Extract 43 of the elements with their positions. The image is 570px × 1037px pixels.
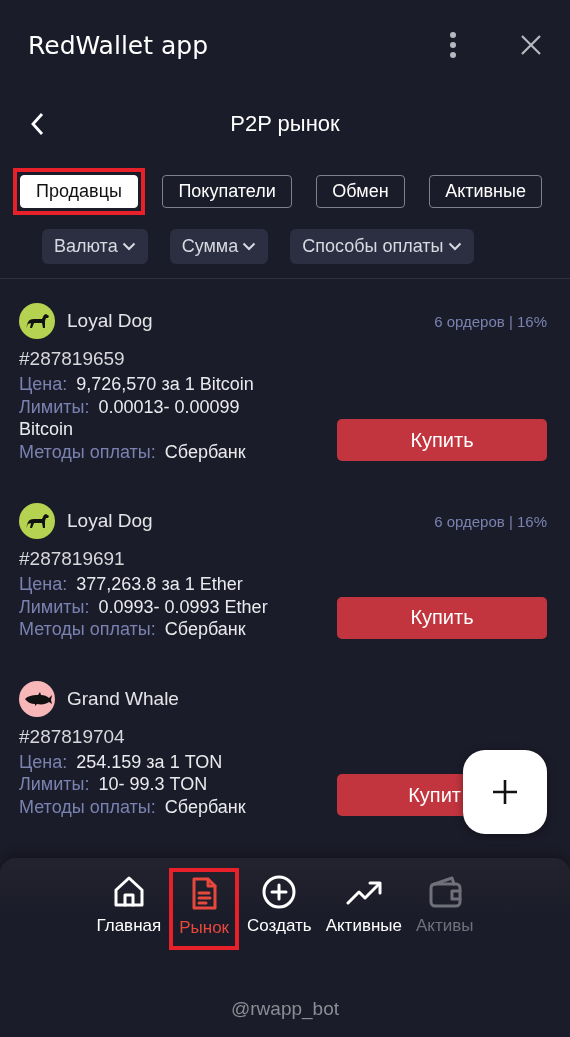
order-number: #287819704 [19, 724, 126, 749]
payment-methods-line: Методы оплаты: Сбербанк [19, 795, 247, 818]
price-line: Цена: 254.159 за 1 TON [19, 750, 224, 773]
nav-item[interactable]: Активные [321, 870, 406, 948]
tab[interactable]: Продавцы [20, 175, 138, 208]
payment-methods-line: Методы оплаты: Сбербанк [19, 618, 247, 641]
app-title: RedWallet app [28, 30, 210, 60]
limits-line: Лимиты: 0.00013- 0.00099 Bitcoin [19, 395, 241, 441]
seller-name[interactable]: Grand Whale [67, 687, 547, 710]
seller-name[interactable]: Loyal Dog [67, 510, 423, 532]
nav-item[interactable]: Создать [243, 870, 316, 948]
order-number: #287819691 [19, 547, 126, 571]
order-number: #287819659 [19, 347, 126, 371]
filter-dropdown[interactable]: Способы оплаты [290, 229, 474, 264]
limits-line: Лимиты: 0.0993- 0.0993 Ether [19, 595, 269, 618]
chevron-icon [447, 242, 462, 251]
buy-button[interactable]: Купить [337, 596, 547, 639]
back-icon[interactable] [30, 112, 44, 136]
buy-button[interactable]: Купить [337, 419, 547, 461]
bot-handle: @rwapp_bot [231, 998, 339, 1020]
chevron-icon [121, 242, 136, 251]
payment-methods-line: Методы оплаты: Сбербанк [19, 440, 247, 463]
chevron-icon [242, 242, 257, 251]
add-button[interactable] [463, 750, 547, 834]
buy-button[interactable]: Купит [337, 774, 463, 816]
seller-name[interactable]: Loyal Dog [67, 310, 423, 332]
plus-circle-icon [261, 874, 298, 910]
nav-item[interactable]: Рынок [171, 870, 238, 948]
filter-dropdown[interactable]: Сумма [169, 229, 269, 264]
more-icon[interactable] [448, 31, 458, 59]
page-title: P2P рынок [230, 111, 340, 137]
filter-dropdown[interactable]: Валюта [42, 229, 148, 264]
price-line: Цена: 9,726,570 за 1 Bitcoin [19, 373, 255, 396]
tab[interactable]: Покупатели [162, 175, 292, 208]
nav-item[interactable]: Главная [92, 870, 166, 948]
tab[interactable]: Обмен [316, 175, 405, 208]
plus-icon [492, 779, 518, 805]
seller-stats: 6 ордеров | 16% [434, 312, 547, 330]
seller-stats: 6 ордеров | 16% [434, 512, 547, 530]
tab[interactable]: Активные [429, 175, 542, 208]
limits-line: Лимиты: 10- 99.3 TON [19, 773, 209, 796]
price-line: Цена: 377,263.8 за 1 Ether [19, 573, 244, 596]
close-icon[interactable] [520, 34, 542, 56]
